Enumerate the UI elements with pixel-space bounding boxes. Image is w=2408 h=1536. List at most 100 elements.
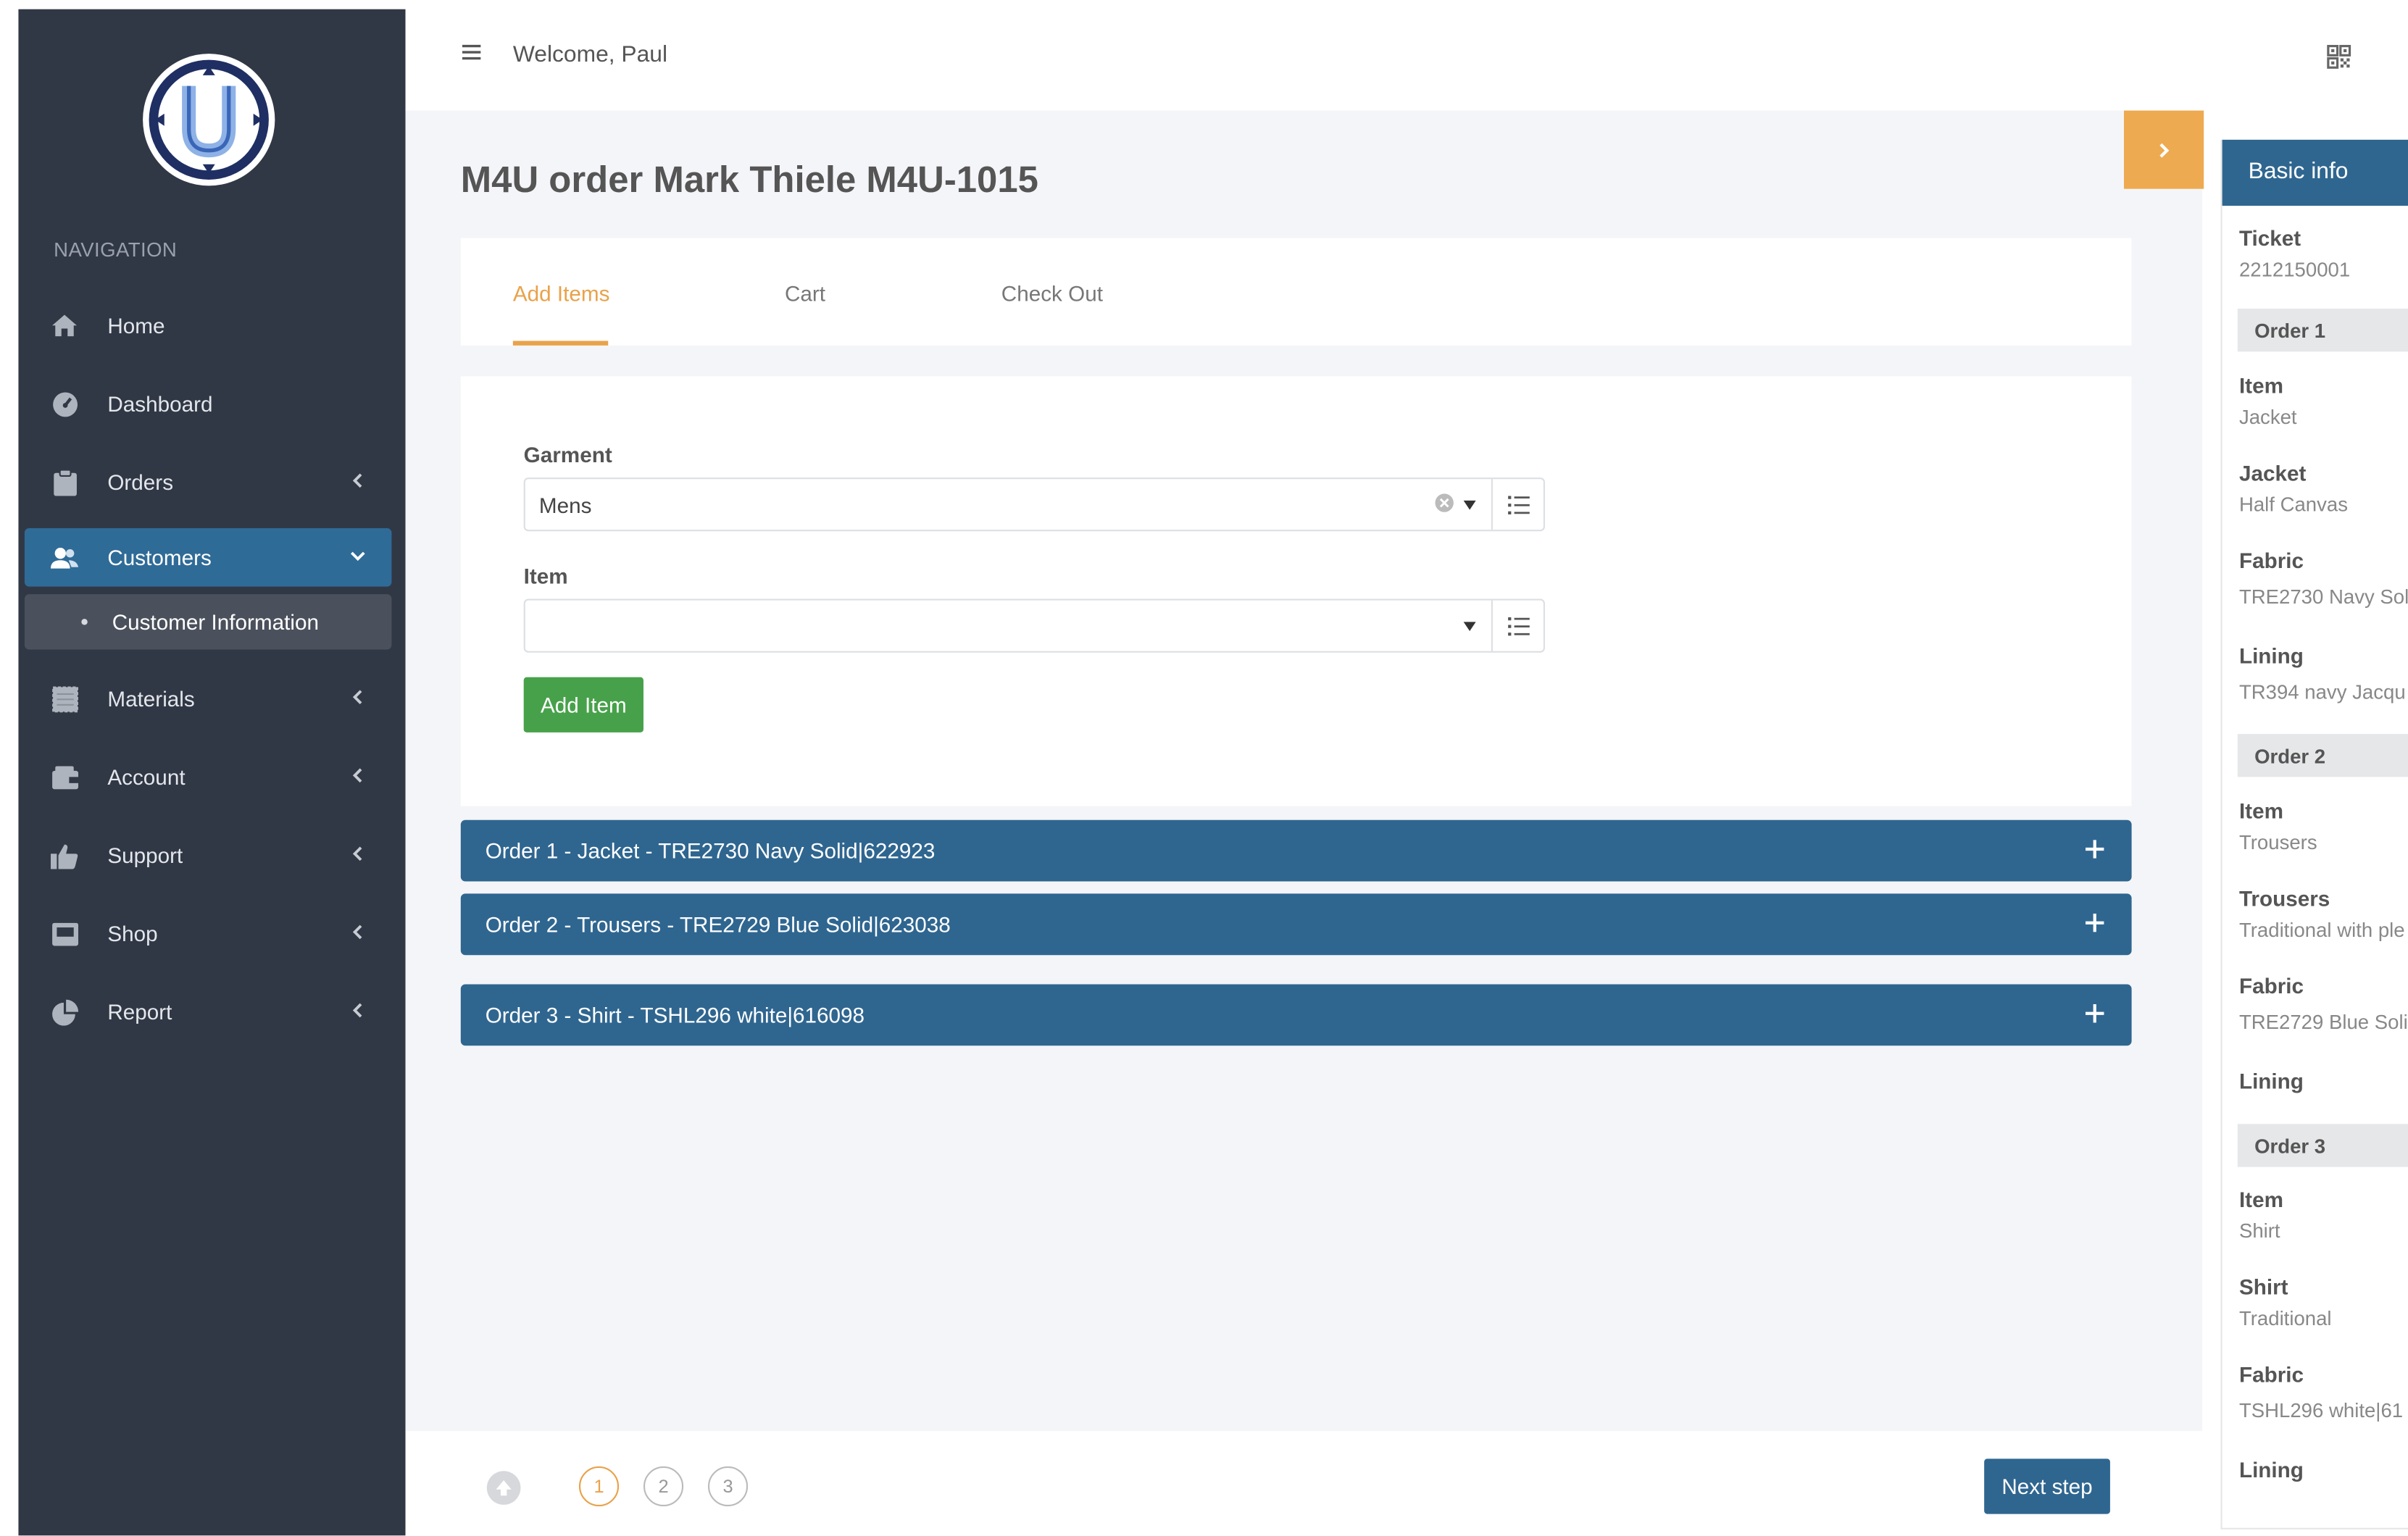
order-3-shirt-label: Shirt xyxy=(2238,1274,2288,1299)
sidebar-item-report[interactable]: Report xyxy=(25,982,392,1041)
panel-toggle-button[interactable] xyxy=(2123,110,2204,189)
arrow-up-icon xyxy=(496,1480,512,1496)
sidebar-item-label: Dashboard xyxy=(107,391,213,417)
order-accordion-title: Order 2 - Trousers - TRE2729 Blue Solid|… xyxy=(485,911,951,937)
chevron-left-icon xyxy=(352,1003,362,1018)
scroll-up-button[interactable] xyxy=(486,1471,521,1505)
basic-info-title: Basic info xyxy=(2248,158,2349,185)
sidebar-item-label: Materials xyxy=(107,686,195,711)
sidebar-subitem-customer-information[interactable]: Customer Information xyxy=(24,594,392,650)
tab-bar: Add Items Cart Check Out xyxy=(460,238,2132,346)
garment-label: Garment xyxy=(523,442,612,467)
sidebar-item-home[interactable]: Home xyxy=(25,296,392,355)
sidebar-item-label: Customers xyxy=(107,545,212,570)
item-select[interactable] xyxy=(523,598,1546,653)
ticket-label: Ticket xyxy=(2238,225,2301,251)
sidebar-item-label: Account xyxy=(107,764,186,790)
page-title: M4U order Mark Thiele M4U-1015 xyxy=(460,159,1038,201)
users-icon xyxy=(50,543,79,571)
logo-icon xyxy=(143,54,275,186)
order-accordion-title: Order 1 - Jacket - TRE2730 Navy Solid|62… xyxy=(485,838,936,864)
order-3-item-label: Item xyxy=(2238,1187,2283,1212)
dropdown-caret-icon[interactable] xyxy=(1463,500,1476,510)
shop-icon xyxy=(51,919,78,947)
plus-icon[interactable] xyxy=(2086,1004,2104,1023)
tab-cart[interactable]: Cart xyxy=(785,281,825,306)
add-item-panel xyxy=(460,376,2132,806)
sidebar-item-label: Support xyxy=(107,843,183,868)
plus-icon[interactable] xyxy=(2086,913,2104,932)
sidebar-item-label: Shop xyxy=(107,921,158,946)
wizard-step-1[interactable]: 1 xyxy=(578,1466,620,1507)
clear-icon[interactable] xyxy=(1434,493,1454,513)
wizard-step-2[interactable]: 2 xyxy=(643,1466,684,1507)
order-accordion-3[interactable]: Order 3 - Shirt - TSHL296 white|616098 xyxy=(460,984,2132,1046)
sidebar-item-label: Home xyxy=(107,313,165,338)
order-1-jacket-label: Jacket xyxy=(2238,460,2307,485)
basic-info-panel: Basic info Ticket 2212150001 Order 1 Ite… xyxy=(2220,139,2408,1529)
sidebar-item-materials[interactable]: Materials xyxy=(25,669,392,728)
clipboard-icon xyxy=(51,468,78,496)
order-2-fabric-value: TRE2729 Blue Soli xyxy=(2238,1010,2408,1034)
basic-info-header: Basic info xyxy=(2222,139,2408,206)
top-bar xyxy=(405,0,2408,111)
list-icon[interactable] xyxy=(1491,600,1545,651)
order-1-fabric-value: TRE2730 Navy Sol xyxy=(2238,585,2408,609)
order-2-section: Order 2 xyxy=(2237,734,2408,777)
wizard-step-3[interactable]: 3 xyxy=(707,1466,749,1507)
order-2-fabric-label: Fabric xyxy=(2238,973,2304,998)
chevron-down-icon xyxy=(350,551,365,562)
order-2-trousers-value: Traditional with ple xyxy=(2238,918,2405,942)
navigation-heading: NAVIGATION xyxy=(54,238,178,262)
sidebar-item-shop[interactable]: Shop xyxy=(25,904,392,963)
sidebar-item-orders[interactable]: Orders xyxy=(25,453,392,512)
order-3-heading: Order 3 xyxy=(2254,1135,2326,1158)
tab-add-items[interactable]: Add Items xyxy=(513,281,610,306)
chevron-right-icon xyxy=(2159,142,2170,157)
tab-check-out[interactable]: Check Out xyxy=(1001,281,1103,306)
sidebar: NAVIGATION Home Dashboard Orders Custome… xyxy=(18,9,406,1536)
order-1-jacket-value: Half Canvas xyxy=(2238,493,2349,517)
next-step-button[interactable]: Next step xyxy=(1984,1458,2110,1514)
order-accordion-1[interactable]: Order 1 - Jacket - TRE2730 Navy Solid|62… xyxy=(460,819,2132,882)
chevron-left-icon xyxy=(352,924,362,940)
sidebar-item-customers[interactable]: Customers xyxy=(24,528,392,587)
chevron-left-icon xyxy=(352,768,362,783)
menu-icon[interactable] xyxy=(461,41,483,63)
dashboard-icon xyxy=(51,390,78,417)
thumbs-up-icon xyxy=(50,841,78,869)
fabric-icon xyxy=(51,685,78,712)
order-accordion-2[interactable]: Order 2 - Trousers - TRE2729 Blue Solid|… xyxy=(460,893,2132,956)
order-2-item-value: Trousers xyxy=(2238,830,2317,854)
active-tab-indicator xyxy=(512,341,609,346)
add-item-button[interactable]: Add Item xyxy=(523,677,643,732)
sidebar-item-dashboard[interactable]: Dashboard xyxy=(25,375,392,433)
order-1-lining-label: Lining xyxy=(2238,643,2304,668)
home-icon xyxy=(51,312,78,339)
sidebar-item-support[interactable]: Support xyxy=(25,826,392,885)
garment-select[interactable]: Mens xyxy=(523,477,1546,532)
bullet-icon xyxy=(81,619,88,625)
chevron-left-icon xyxy=(352,473,362,488)
sidebar-subitem-label: Customer Information xyxy=(112,609,319,635)
dropdown-caret-icon[interactable] xyxy=(1463,622,1476,632)
sidebar-item-label: Orders xyxy=(107,469,174,495)
wallet-icon xyxy=(51,763,78,790)
order-1-lining-value: TR394 navy Jacqu xyxy=(2238,680,2406,704)
order-1-item-label: Item xyxy=(2238,372,2283,398)
order-3-fabric-label: Fabric xyxy=(2238,1361,2304,1387)
order-2-item-label: Item xyxy=(2238,798,2283,823)
sidebar-item-account[interactable]: Account xyxy=(25,748,392,806)
pie-chart-icon xyxy=(51,998,78,1026)
order-1-item-value: Jacket xyxy=(2238,405,2297,429)
qr-code-icon[interactable] xyxy=(2327,44,2351,69)
order-3-section: Order 3 xyxy=(2237,1124,2408,1167)
order-3-item-value: Shirt xyxy=(2238,1219,2280,1243)
list-icon[interactable] xyxy=(1491,479,1545,530)
order-3-lining-label: Lining xyxy=(2238,1457,2304,1482)
sidebar-item-label: Report xyxy=(107,999,172,1024)
order-1-section: Order 1 xyxy=(2237,308,2408,352)
order-2-lining-label: Lining xyxy=(2238,1069,2304,1093)
plus-icon[interactable] xyxy=(2086,840,2104,859)
garment-select-value: Mens xyxy=(538,493,592,518)
